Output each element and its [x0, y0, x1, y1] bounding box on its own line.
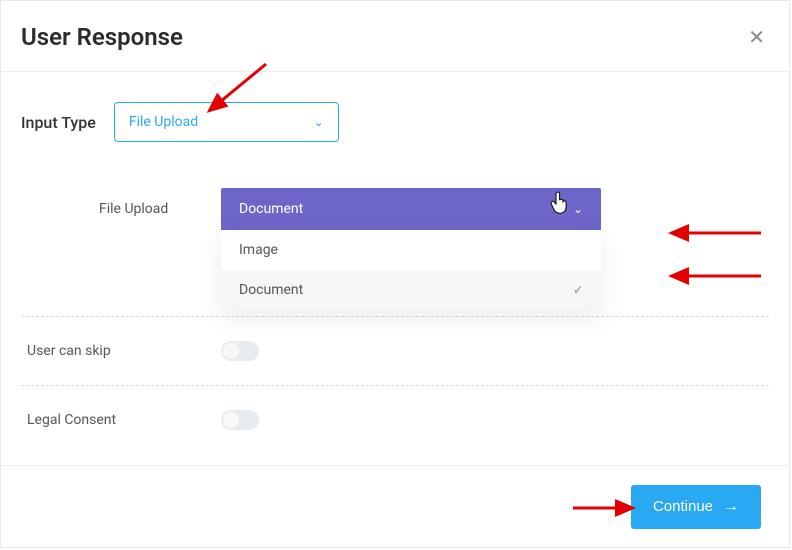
modal-body: Input Type File Upload ⌄ File Upload Doc…: [1, 72, 789, 436]
legal-consent-row: Legal Consent: [21, 404, 769, 436]
user-can-skip-toggle[interactable]: [221, 341, 259, 361]
file-upload-selected: Document: [239, 201, 303, 217]
divider-dashed: [21, 385, 769, 386]
arrow-right-icon: →: [723, 498, 739, 516]
file-upload-label: File Upload: [21, 201, 221, 217]
user-can-skip-row: User can skip: [21, 335, 769, 367]
continue-button[interactable]: Continue →: [631, 485, 761, 529]
option-label: Document: [239, 282, 303, 298]
legal-consent-toggle[interactable]: [221, 410, 259, 430]
user-response-modal: User Response ✕ Input Type File Upload ⌄…: [0, 0, 790, 548]
input-type-row: Input Type File Upload ⌄: [21, 102, 769, 142]
continue-label: Continue: [653, 498, 713, 515]
check-icon: ✓: [573, 283, 583, 297]
chevron-down-icon: ⌄: [314, 115, 324, 129]
input-type-label: Input Type: [21, 113, 96, 132]
divider-dashed: [21, 316, 769, 317]
file-upload-options-panel: Image Document ✓: [221, 230, 601, 310]
legal-consent-label: Legal Consent: [21, 412, 221, 428]
file-upload-option-image[interactable]: Image: [221, 230, 601, 270]
close-icon[interactable]: ✕: [744, 23, 769, 51]
option-label: Image: [239, 242, 278, 258]
file-upload-option-document[interactable]: Document ✓: [221, 270, 601, 310]
chevron-down-icon: ⌄: [573, 202, 583, 216]
file-upload-row: File Upload Document ⌄ Image Document ✓: [21, 182, 769, 236]
modal-header: User Response ✕: [1, 1, 789, 61]
modal-title: User Response: [21, 23, 183, 51]
file-upload-select[interactable]: Document ⌄: [221, 188, 601, 230]
input-type-select[interactable]: File Upload ⌄: [114, 102, 339, 142]
modal-footer: Continue →: [1, 465, 789, 547]
user-can-skip-label: User can skip: [21, 343, 221, 359]
input-type-value: File Upload: [129, 114, 198, 130]
file-upload-dropdown: Document ⌄ Image Document ✓: [221, 188, 601, 230]
